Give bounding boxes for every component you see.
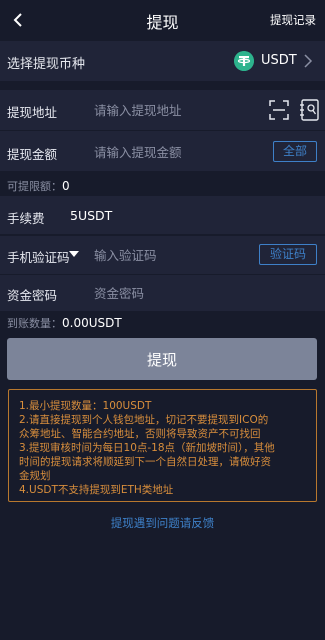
fund-password-label: 资金密码 bbox=[7, 288, 58, 303]
arrival-amount: 到账数量：0.00USDT bbox=[7, 315, 122, 331]
fee-value: 5USDT bbox=[70, 208, 113, 223]
amount-label: 提现金额 bbox=[7, 147, 58, 162]
address-label: 提现地址 bbox=[7, 105, 58, 120]
top-bar: 提现 提现记录 bbox=[0, 0, 325, 40]
available-limit: 可提限额：0 bbox=[7, 178, 70, 194]
amount-input[interactable] bbox=[94, 141, 254, 163]
coin-select-row[interactable]: 选择提现币种 USDT bbox=[0, 41, 325, 81]
available-limit-label: 可提限额： bbox=[7, 180, 62, 193]
notice-line: 众筹地址、智能合约地址，否则将导致资产不可找回 bbox=[19, 428, 261, 440]
fee-label: 手续费 bbox=[7, 211, 45, 226]
notice-line: 4.USDT不支持提现到ETH类地址 bbox=[19, 484, 174, 496]
address-input[interactable] bbox=[94, 99, 254, 121]
notice-line: 时间的提现请求将顺延到下一个自然日处理，请做好资 bbox=[19, 456, 271, 468]
all-amount-button[interactable]: 全部 bbox=[273, 141, 317, 162]
notice-box: 1.最小提现数量：100USDT 2.请直接提现到个人钱包地址，切记不要提现到I… bbox=[8, 389, 317, 502]
arrival-amount-value: 0.00USDT bbox=[62, 316, 122, 330]
scan-icon[interactable] bbox=[269, 100, 289, 120]
tether-icon bbox=[234, 51, 254, 71]
chevron-right-icon bbox=[304, 54, 313, 68]
submit-withdraw-button[interactable]: 提现 bbox=[7, 338, 317, 380]
fee-row: 手续费 5USDT bbox=[0, 196, 325, 234]
notice-line: 金规划 bbox=[19, 470, 51, 482]
available-limit-value: 0 bbox=[62, 179, 70, 193]
feedback-link[interactable]: 提现遇到问题请反馈 bbox=[0, 515, 325, 531]
verify-type-label[interactable]: 手机验证码 bbox=[7, 247, 70, 266]
fund-password-row: 资金密码 bbox=[0, 275, 325, 311]
coin-select-label: 选择提现币种 bbox=[7, 57, 86, 72]
withdraw-records-link[interactable]: 提现记录 bbox=[270, 12, 316, 28]
coin-name: USDT bbox=[261, 53, 297, 68]
verify-code-input[interactable] bbox=[94, 244, 244, 266]
fund-password-input[interactable] bbox=[94, 282, 294, 304]
notice-line: 2.请直接提现到个人钱包地址，切记不要提现到ICO的 bbox=[19, 414, 269, 426]
notice-line: 3.提现审核时间为每日10点-18点（新加坡时间），其他 bbox=[19, 442, 275, 454]
caret-down-icon[interactable] bbox=[68, 250, 80, 258]
notice-line: 1.最小提现数量：100USDT bbox=[19, 400, 152, 412]
address-book-icon[interactable] bbox=[300, 99, 320, 121]
arrival-amount-label: 到账数量： bbox=[7, 317, 62, 330]
send-code-button[interactable]: 验证码 bbox=[259, 244, 317, 265]
